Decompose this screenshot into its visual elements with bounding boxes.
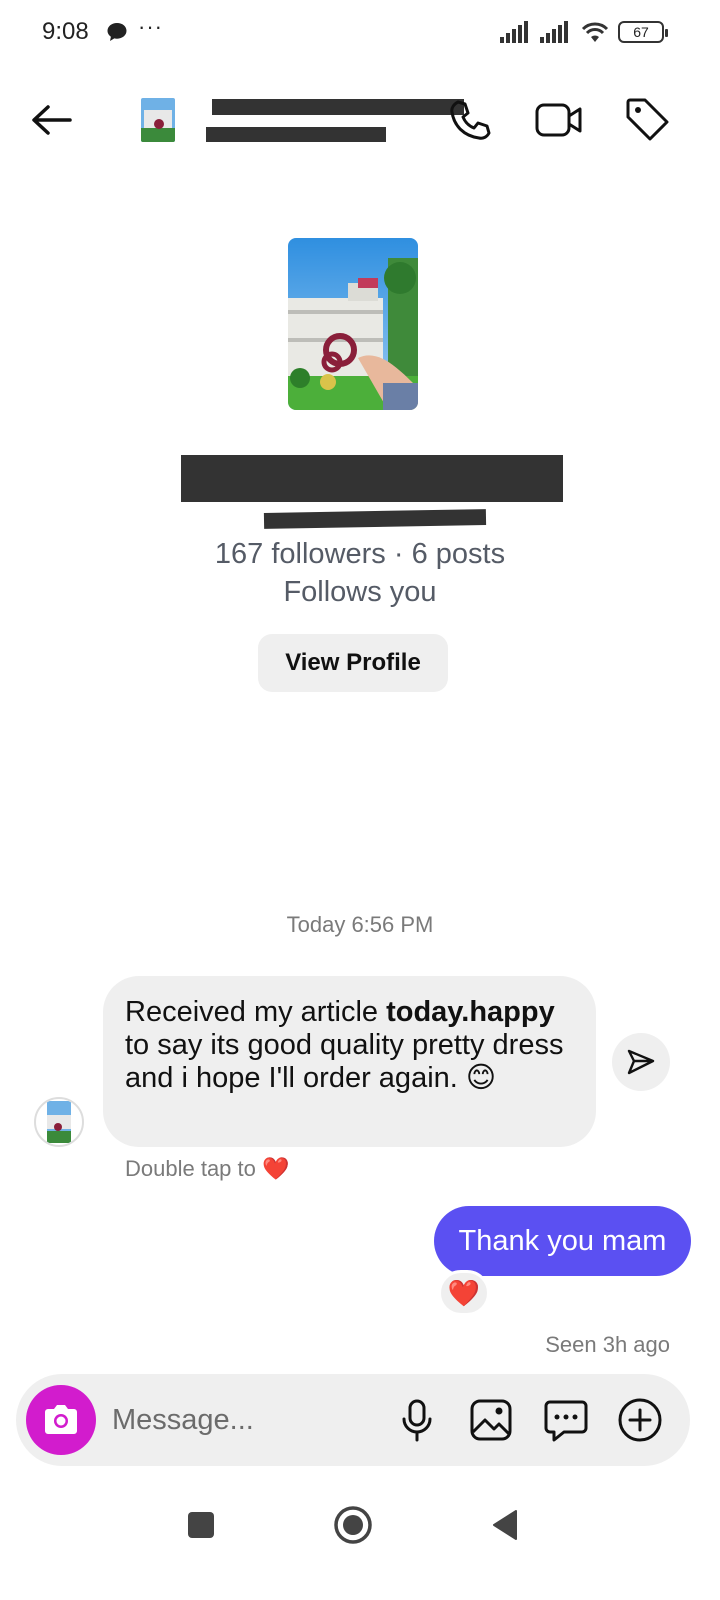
tag-icon[interactable] — [622, 94, 672, 144]
gallery-button[interactable] — [467, 1396, 515, 1444]
profile-photo[interactable] — [288, 238, 418, 410]
phone-icon[interactable] — [446, 96, 494, 144]
double-tap-hint: Double tap to ❤️ — [125, 1156, 290, 1181]
incoming-text-bold: today.happy — [386, 996, 555, 1028]
camera-button[interactable] — [26, 1385, 96, 1455]
microphone-button[interactable] — [393, 1396, 441, 1444]
home-nav-button[interactable] — [328, 1500, 378, 1550]
message-reaction[interactable]: ❤️ — [438, 1270, 490, 1316]
redacted-name — [212, 99, 464, 115]
redacted-profile-name — [181, 455, 563, 502]
seen-status: Seen 3h ago — [545, 1332, 670, 1357]
profile-stats: 167 followers · 6 posts — [214, 538, 506, 570]
chat-bubble-icon — [544, 1400, 588, 1442]
outgoing-message-bubble[interactable]: Thank you mam — [434, 1206, 691, 1276]
redacted-profile-handle — [263, 509, 487, 529]
square-icon — [188, 1512, 214, 1538]
back-triangle-icon — [493, 1510, 517, 1540]
incoming-message-bubble[interactable]: Received my article today.happy to say i… — [103, 976, 596, 1147]
back-arrow-icon[interactable] — [28, 96, 76, 144]
video-camera-icon[interactable] — [534, 96, 584, 144]
chat-notification-icon — [107, 23, 127, 41]
wifi-icon — [581, 22, 609, 42]
signal-icon-2 — [540, 21, 568, 43]
status-indicators: 67 — [500, 20, 668, 44]
status-more-dots: ··· — [138, 14, 163, 39]
battery-indicator: 67 — [618, 21, 668, 43]
message-input[interactable] — [112, 1398, 382, 1442]
recents-nav-button[interactable] — [176, 1500, 226, 1550]
microphone-icon — [402, 1399, 432, 1442]
home-circle-icon — [334, 1506, 372, 1544]
sender-avatar[interactable] — [34, 1097, 84, 1147]
view-profile-button[interactable]: View Profile — [258, 634, 448, 692]
camera-icon — [45, 1405, 77, 1434]
share-message-button[interactable] — [612, 1033, 670, 1091]
status-time: 9:08 — [42, 18, 89, 45]
follows-you-label: Follows you — [283, 576, 437, 608]
gallery-icon — [470, 1399, 512, 1441]
add-button[interactable] — [616, 1396, 664, 1444]
incoming-text-end: to say its good quality pretty dress and… — [125, 1029, 564, 1094]
header-avatar[interactable] — [141, 98, 175, 142]
send-icon — [627, 1049, 655, 1075]
back-nav-button[interactable] — [480, 1500, 530, 1550]
sticker-button[interactable] — [542, 1396, 590, 1444]
incoming-text-start: Received my article — [125, 996, 387, 1028]
signal-icon — [500, 21, 528, 43]
message-timestamp: Today 6:56 PM — [286, 912, 434, 937]
plus-circle-icon — [618, 1398, 662, 1442]
redacted-username — [206, 127, 386, 142]
